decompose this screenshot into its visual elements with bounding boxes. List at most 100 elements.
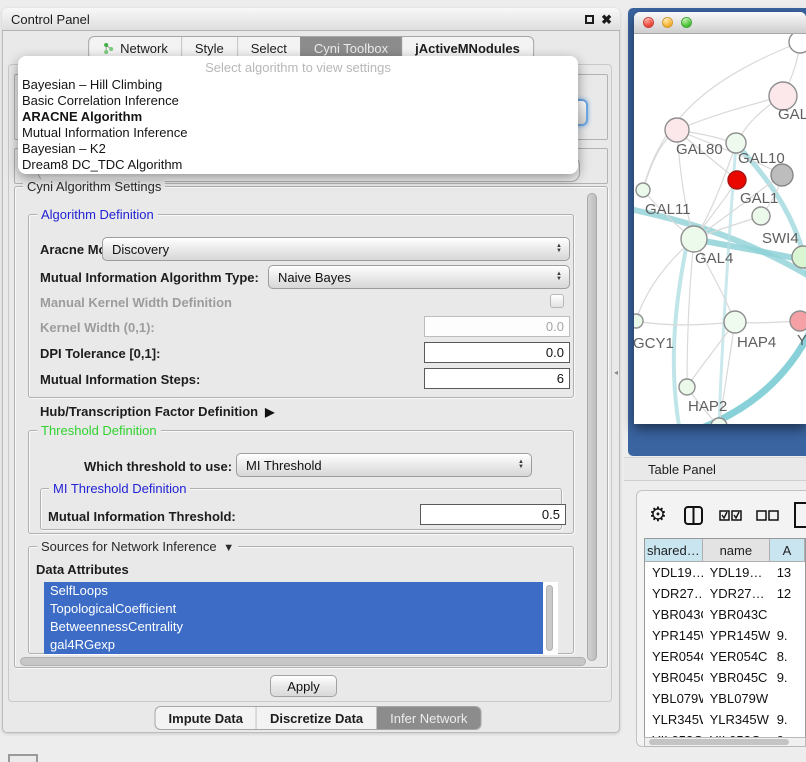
- manual-kernel-checkbox[interactable]: [550, 294, 564, 308]
- network-node-label: HAP4: [737, 334, 776, 351]
- control-panel-titlebar: Control Panel ✖: [2, 8, 620, 31]
- algorithm-option[interactable]: Bayesian – Hill Climbing: [18, 77, 578, 93]
- table-row[interactable]: YIL052CYIL052C9.: [645, 730, 805, 737]
- table-horizontal-scrollbar[interactable]: [644, 737, 806, 747]
- which-threshold-combobox[interactable]: MI Threshold ▲▼: [236, 453, 532, 477]
- table-row[interactable]: YLR345WYLR345W9.: [645, 709, 805, 730]
- tab-discretize-data[interactable]: Discretize Data: [256, 707, 376, 729]
- table-row[interactable]: YDL19…YDL19…13: [645, 562, 805, 583]
- algorithm-option[interactable]: Basic Correlation Inference: [18, 93, 578, 109]
- apply-button[interactable]: Apply: [270, 675, 337, 697]
- threshold-definition-title: Threshold Definition: [37, 423, 161, 438]
- close-icon[interactable]: ✖: [601, 13, 612, 26]
- mi-threshold-label: Mutual Information Threshold:: [48, 509, 236, 524]
- network-canvas[interactable]: GALGAL80GAL10GAL1GAL11GAL4SWI4GCY1HAP4YH…: [634, 34, 806, 424]
- table-toolbar: ⚙: [644, 500, 806, 530]
- algorithm-dropdown-popup: Select algorithm to view settings Bayesi…: [18, 56, 578, 174]
- table-cell: YBR045C: [645, 667, 703, 688]
- split-columns-icon[interactable]: [683, 505, 704, 526]
- algorithm-option[interactable]: ARACNE Algorithm: [18, 109, 578, 125]
- network-node-label: GAL4: [695, 250, 733, 267]
- network-node[interactable]: [752, 207, 770, 225]
- hub-section-toggle[interactable]: Hub/Transcription Factor Definition ▶: [40, 404, 274, 419]
- tab-infer-network[interactable]: Infer Network: [376, 707, 480, 729]
- table-cell: 12: [770, 583, 805, 604]
- data-attribute-item[interactable]: SelfLoops: [44, 582, 543, 600]
- data-attribute-item[interactable]: BetweennessCentrality: [44, 618, 543, 636]
- kernel-width-label: Kernel Width (0,1):: [40, 320, 155, 335]
- table-cell: [770, 688, 805, 709]
- table-row[interactable]: YPR145WYPR145W9.: [645, 625, 805, 646]
- settings-vertical-scrollbar[interactable]: [587, 193, 597, 661]
- table-row[interactable]: YER054CYER054C8.: [645, 646, 805, 667]
- float-window-icon[interactable]: [585, 15, 594, 24]
- network-node-label: GAL80: [676, 141, 723, 158]
- kernel-width-field[interactable]: 0.0: [424, 316, 570, 337]
- sources-group-title[interactable]: Sources for Network Inference ▼: [37, 539, 238, 554]
- network-node[interactable]: [724, 311, 746, 333]
- network-node[interactable]: [636, 183, 650, 197]
- column-header-name[interactable]: name: [703, 539, 770, 562]
- mi-threshold-field[interactable]: 0.5: [420, 504, 566, 525]
- column-header-shared-name[interactable]: shared…: [645, 539, 703, 562]
- network-node[interactable]: [679, 379, 695, 395]
- table-cell: YER054C: [703, 646, 770, 667]
- expanded-arrow-icon: ▼: [220, 542, 234, 554]
- table-cell: 9.: [770, 730, 805, 737]
- close-traffic-light-icon[interactable]: [643, 17, 654, 28]
- cyni-settings-title: Cyni Algorithm Settings: [23, 179, 165, 194]
- data-attributes-list[interactable]: SelfLoopsTopologicalCoefficientBetweenne…: [44, 582, 558, 655]
- table-cell: 9.: [770, 667, 805, 688]
- dpi-tolerance-field[interactable]: 0.0: [424, 342, 570, 363]
- table-row[interactable]: YBL079WYBL079W: [645, 688, 805, 709]
- scrollbar-thumb[interactable]: [649, 739, 789, 745]
- table-cell: 9.: [770, 625, 805, 646]
- document-icon[interactable]: [793, 501, 806, 529]
- table-cell: YBL079W: [703, 688, 770, 709]
- network-node[interactable]: [681, 226, 707, 252]
- table-cell: YDL19…: [703, 562, 770, 583]
- table-cell: YIL052C: [645, 730, 703, 737]
- collapsed-panel-stub[interactable]: [8, 754, 38, 762]
- table-row[interactable]: YBR043CYBR043C: [645, 604, 805, 625]
- column-header-partial[interactable]: A: [770, 539, 805, 562]
- node-table: shared… name A YDL19…YDL19…13YDR27…YDR27…: [644, 538, 806, 747]
- data-attribute-item[interactable]: TopologicalCoefficient: [44, 600, 543, 618]
- mi-type-combobox[interactable]: Naive Bayes ▲▼: [268, 265, 570, 289]
- table-cell: [770, 604, 805, 625]
- network-node[interactable]: [634, 314, 643, 328]
- attributes-scrollbar[interactable]: [546, 585, 553, 651]
- algorithm-option[interactable]: Dream8 DC_TDC Algorithm: [18, 157, 578, 173]
- table-cell: YDR27…: [703, 583, 770, 604]
- minimize-traffic-light-icon[interactable]: [662, 17, 673, 28]
- gear-icon[interactable]: ⚙: [649, 505, 667, 525]
- table-panel-title: Table Panel: [624, 462, 716, 477]
- network-node-label: Y: [797, 332, 806, 349]
- manual-kernel-label: Manual Kernel Width Definition: [40, 295, 232, 310]
- aracne-mode-combobox[interactable]: Discovery ▲▼: [102, 237, 570, 261]
- network-node[interactable]: [790, 311, 806, 331]
- network-node[interactable]: [789, 34, 806, 53]
- table-cell: YIL052C: [703, 730, 770, 737]
- network-node-label: HAP2: [688, 398, 727, 415]
- mi-steps-field[interactable]: 6: [424, 368, 570, 389]
- table-row[interactable]: YDR27…YDR27…12: [645, 583, 805, 604]
- tab-impute-data[interactable]: Impute Data: [156, 707, 256, 729]
- select-all-checkboxes-icon[interactable]: [719, 510, 742, 521]
- network-node[interactable]: [665, 118, 689, 142]
- which-threshold-label: Which threshold to use:: [84, 459, 232, 474]
- table-panel-bar: Table Panel: [624, 457, 806, 481]
- table-body: YDL19…YDL19…13YDR27…YDR27…12YBR043CYBR04…: [645, 562, 805, 737]
- table-cell: YER054C: [645, 646, 703, 667]
- algorithm-option[interactable]: Mutual Information Inference: [18, 125, 578, 141]
- zoom-traffic-light-icon[interactable]: [681, 17, 692, 28]
- table-row[interactable]: YBR045CYBR045C9.: [645, 667, 805, 688]
- network-node[interactable]: [728, 171, 746, 189]
- data-attribute-item[interactable]: gal4RGexp: [44, 636, 543, 654]
- network-node[interactable]: [771, 164, 793, 186]
- deselect-all-checkboxes-icon[interactable]: [756, 510, 779, 521]
- panel-splitter-handle[interactable]: ◂: [614, 368, 618, 377]
- algorithm-option[interactable]: Bayesian – K2: [18, 141, 578, 157]
- settings-horizontal-scrollbar[interactable]: [20, 657, 586, 666]
- table-cell: YPR145W: [645, 625, 703, 646]
